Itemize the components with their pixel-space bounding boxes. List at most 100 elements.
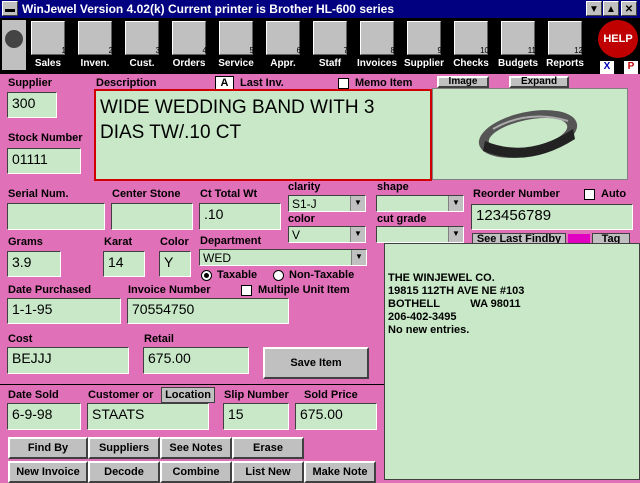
toolbar-number: 9 xyxy=(437,46,442,55)
toolbar-label: Appr. xyxy=(270,58,296,69)
see-notes-button[interactable]: See Notes xyxy=(160,437,232,459)
invoice-number-label: Invoice Number xyxy=(128,284,211,296)
non-taxable-radio[interactable] xyxy=(273,270,284,281)
location-button[interactable]: Location xyxy=(161,387,215,403)
toolbar-number: 4 xyxy=(202,46,207,55)
expand-button[interactable]: Expand xyxy=(509,76,569,88)
toolbar-number: 7 xyxy=(343,46,348,55)
toolbar-button-staff[interactable]: 7 Staff xyxy=(308,20,352,72)
grams-field[interactable]: 3.9 xyxy=(7,251,61,277)
window-title: WinJewel Version 4.02(k) Current printer… xyxy=(22,2,395,16)
taxable-radio[interactable] xyxy=(201,270,212,281)
non-taxable-label: Non-Taxable xyxy=(289,269,355,281)
retail-label: Retail xyxy=(144,333,174,345)
toolbar-button-reports[interactable]: 12 Reports xyxy=(543,20,587,72)
supplier-field[interactable]: 300 xyxy=(7,92,57,118)
reorder-number-field[interactable]: 123456789 xyxy=(471,204,633,230)
minimize-button[interactable]: ▼ xyxy=(586,1,602,16)
retail-field[interactable]: 675.00 xyxy=(143,347,249,374)
grams-label: Grams xyxy=(8,236,43,248)
toolbar-button-sales[interactable]: 1 Sales xyxy=(26,20,70,72)
chevron-down-icon: ▼ xyxy=(351,250,366,265)
item-image xyxy=(432,88,628,180)
toolbar-label: Service xyxy=(218,58,254,69)
shape-select[interactable]: ▼ xyxy=(376,195,464,212)
maximize-button[interactable]: ▲ xyxy=(603,1,619,16)
auto-checkbox[interactable] xyxy=(584,189,595,200)
save-item-label: Save Item xyxy=(290,357,342,369)
chevron-down-icon: ▼ xyxy=(448,227,463,242)
memo-item-checkbox[interactable] xyxy=(338,78,349,89)
cut-grade-label: cut grade xyxy=(377,213,427,225)
toolbar-number: 1 xyxy=(61,46,66,55)
center-stone-field[interactable] xyxy=(111,203,193,230)
serial-num-field[interactable] xyxy=(7,203,105,230)
scales-icon: 10 xyxy=(454,21,489,55)
color-field[interactable]: Y xyxy=(159,251,191,277)
x-label: X xyxy=(603,61,611,72)
ct-total-wt-label: Ct Total Wt xyxy=(200,188,258,200)
invoice-icon: 8 xyxy=(360,21,395,55)
serial-num-label: Serial Num. xyxy=(8,188,69,200)
new-invoice-label: New Invoice xyxy=(16,466,80,478)
shop-icon: 7 xyxy=(313,21,348,55)
chevron-down-icon: ▼ xyxy=(350,227,365,242)
clarity-select[interactable]: S1-J ▼ xyxy=(288,195,366,212)
location-label: Location xyxy=(165,389,211,401)
invoice-number-field[interactable]: 70554750 xyxy=(127,298,289,324)
toolbar-button-supplier[interactable]: 9 Supplier xyxy=(402,20,446,72)
find-by-button[interactable]: Find By xyxy=(8,437,88,459)
erase-button[interactable]: Erase xyxy=(232,437,304,459)
memo-area[interactable]: THE WINJEWEL CO. 19815 112TH AVE NE #103 B… xyxy=(384,243,640,480)
cost-label: Cost xyxy=(8,333,33,345)
sold-price-field[interactable]: 675.00 xyxy=(295,403,377,430)
toolbar-label: Reports xyxy=(546,58,584,69)
toolbar-button-invoices[interactable]: 8 Invoices xyxy=(355,20,399,72)
memo-line: THE WINJEWEL CO. xyxy=(388,272,495,284)
stock-number-field[interactable]: 01111 xyxy=(7,148,81,174)
description-line-1: WIDE WEDDING BAND WITH 3 xyxy=(100,97,375,118)
toolbar-button-service[interactable]: 5 Service xyxy=(214,20,258,72)
toolbar-button-checks[interactable]: 10 Checks xyxy=(449,20,493,72)
toolbar-button-orders[interactable]: 4 Orders xyxy=(167,20,211,72)
cut-grade-select[interactable]: ▼ xyxy=(376,226,464,243)
color-grade-select[interactable]: V ▼ xyxy=(288,226,366,243)
toolbar-button-inven[interactable]: 2 Inven. xyxy=(73,20,117,72)
toolbar-button-cust[interactable]: 3 Cust. xyxy=(120,20,164,72)
p-button[interactable]: P xyxy=(624,61,638,74)
toolbar-number: 6 xyxy=(296,46,301,55)
cash-register-icon: 5 xyxy=(219,21,254,55)
karat-field[interactable]: 14 xyxy=(103,251,145,277)
system-menu-icon[interactable]: ▬ xyxy=(2,1,18,16)
multiple-unit-checkbox[interactable] xyxy=(241,285,252,296)
toolbar-button-budgets[interactable]: 11 Budgets xyxy=(496,20,540,72)
books-icon: 9 xyxy=(407,21,442,55)
image-button[interactable]: Image xyxy=(437,76,489,88)
chevron-down-icon: ▼ xyxy=(448,196,463,211)
ct-total-wt-field[interactable]: .10 xyxy=(199,203,281,230)
description-label: Description xyxy=(96,77,157,89)
hand-icon: 2 xyxy=(78,21,113,55)
customer-field[interactable]: STAATS xyxy=(87,403,209,430)
toolbar-label: Checks xyxy=(453,58,489,69)
department-select[interactable]: WED ▼ xyxy=(199,249,367,266)
slip-number-field[interactable]: 15 xyxy=(223,403,289,430)
sold-price-label: Sold Price xyxy=(304,389,358,401)
description-field[interactable]: WIDE WEDDING BAND WITH 3 DIAS TW/.10 CT xyxy=(94,89,432,181)
date-purchased-field[interactable]: 1-1-95 xyxy=(7,298,121,324)
toolbar-number: 12 xyxy=(574,46,583,55)
suppliers-button[interactable]: Suppliers xyxy=(88,437,160,459)
date-sold-field[interactable]: 6-9-98 xyxy=(7,403,81,430)
toolbar-button-appr[interactable]: 6 Appr. xyxy=(261,20,305,72)
register-icon[interactable] xyxy=(2,20,26,70)
save-item-button[interactable]: Save Item xyxy=(263,347,369,379)
toolbar-number: 11 xyxy=(527,46,536,55)
close-button[interactable]: ✕ xyxy=(621,1,637,16)
toolbar-label: Budgets xyxy=(498,58,538,69)
suppliers-label: Suppliers xyxy=(98,442,150,454)
toolbar-label: Orders xyxy=(172,58,206,69)
x-button[interactable]: X xyxy=(600,61,614,74)
help-button[interactable]: HELP xyxy=(598,20,638,58)
cost-field[interactable]: BEJJJ xyxy=(7,347,129,374)
order-sheet-icon: 4 xyxy=(172,21,207,55)
